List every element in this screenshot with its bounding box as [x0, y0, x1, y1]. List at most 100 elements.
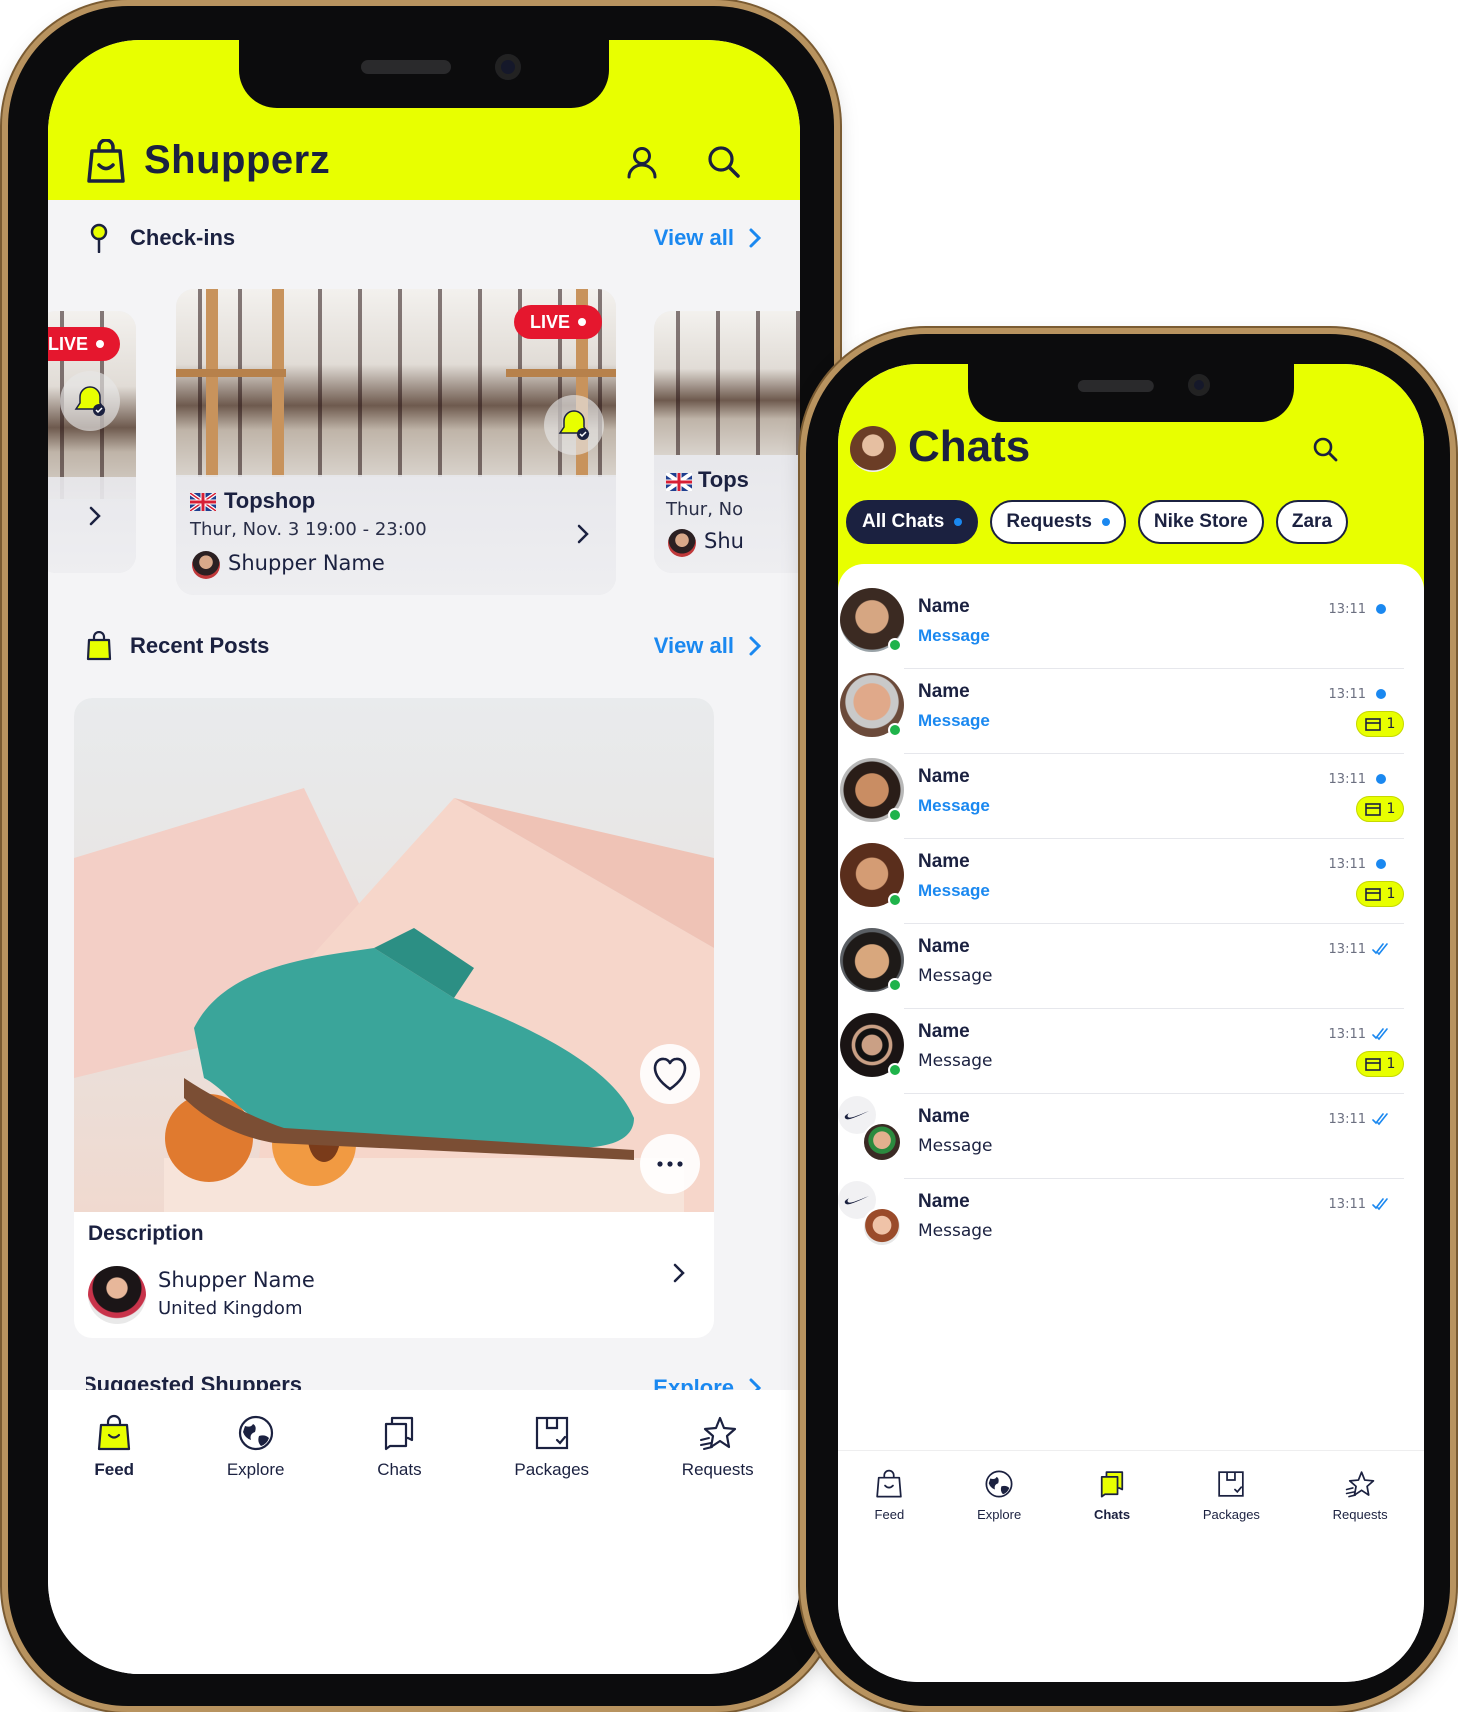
- app-name: Shupperz: [144, 138, 331, 182]
- recent-posts-title: Recent Posts: [130, 633, 270, 658]
- chat-message: Message: [918, 711, 990, 730]
- tab-requests[interactable]: Requests: [1333, 1469, 1388, 1682]
- chat-time: 13:11: [1328, 857, 1366, 872]
- tab-feed[interactable]: Feed: [874, 1469, 904, 1682]
- chip-nike-store[interactable]: Nike Store: [1137, 500, 1264, 544]
- chat-message: Message: [918, 626, 990, 645]
- chat-name: Name: [918, 851, 970, 872]
- store-photo: [654, 311, 800, 455]
- like-button[interactable]: [640, 1044, 700, 1104]
- chip-all-chats[interactable]: All Chats: [846, 500, 979, 544]
- notch: [968, 364, 1294, 422]
- uk-flag-icon: [190, 493, 216, 511]
- chat-row[interactable]: Name Message 13:11 1: [838, 1009, 1424, 1094]
- live-badge: LIVE: [513, 305, 602, 339]
- tab-packages[interactable]: Packages: [514, 1414, 589, 1674]
- package-icon: [535, 1416, 568, 1450]
- chat-row[interactable]: Name Message 13:11 1: [838, 839, 1424, 924]
- tab-label: Explore: [226, 1460, 285, 1479]
- chat-time: 13:11: [1328, 1197, 1366, 1212]
- chat-message: Message: [918, 881, 990, 900]
- read-double-check-icon: [1372, 943, 1388, 956]
- chat-message: Message: [918, 966, 993, 986]
- chip-label: Requests: [1006, 511, 1092, 532]
- chat-name: Name: [918, 1191, 970, 1212]
- search-icon[interactable]: [706, 144, 742, 180]
- package-icon: [1364, 802, 1381, 816]
- chat-name: Name: [918, 936, 970, 957]
- checkin-card[interactable]: LIVE Topshop Thur, Nov. 3 19:00 - 23:00 …: [176, 289, 616, 595]
- star-request-icon: [1345, 1471, 1375, 1498]
- online-indicator: [888, 1063, 902, 1077]
- tab-label: Chats: [377, 1460, 422, 1479]
- online-indicator: [888, 893, 902, 907]
- chat-name: Name: [918, 1021, 970, 1042]
- package-count-badge: 1: [1356, 1051, 1404, 1077]
- package-count-badge: 1: [1356, 711, 1404, 737]
- chat-bubbles-icon: [1100, 1471, 1124, 1498]
- chats-phone: Chats All Chats Requests Nike Store Zara: [806, 334, 1450, 1706]
- checkin-store-name: Tops: [698, 467, 749, 492]
- chat-message: Message: [918, 796, 990, 815]
- view-all-label: View all: [653, 633, 734, 658]
- badge-count: 1: [1386, 716, 1396, 732]
- tab-packages[interactable]: Packages: [1203, 1469, 1260, 1682]
- checkin-user-name: Shupper Name: [228, 551, 385, 575]
- tab-explore[interactable]: Explore: [977, 1469, 1021, 1682]
- page-title: Chats: [908, 422, 1031, 471]
- checkins-header: Check-ins View all: [86, 220, 762, 256]
- recent-posts-view-all-link[interactable]: View all: [654, 633, 762, 659]
- avatar: [862, 1122, 902, 1162]
- avatar[interactable]: [850, 426, 896, 472]
- chat-name: Name: [918, 1106, 970, 1127]
- bottom-tab-bar: Feed Explore Chats Packages Requests: [838, 1450, 1424, 1682]
- post-user-name: Shupper Name: [158, 1268, 315, 1292]
- chat-row[interactable]: Name Message 13:11: [838, 1094, 1424, 1179]
- tab-chats[interactable]: Chats: [377, 1414, 422, 1674]
- chevron-right-icon: [673, 1263, 685, 1283]
- more-options-button[interactable]: [640, 1134, 700, 1194]
- app-brand[interactable]: Shupperz: [86, 138, 330, 183]
- chat-time: 13:11: [1328, 1027, 1366, 1042]
- chat-name: Name: [918, 766, 970, 787]
- tab-feed[interactable]: Feed: [94, 1414, 134, 1674]
- chat-row[interactable]: Name Message 13:11 1: [838, 669, 1424, 754]
- chat-row[interactable]: Name Message 13:11 1: [838, 754, 1424, 839]
- search-icon[interactable]: [1312, 436, 1338, 462]
- package-icon: [1364, 1057, 1381, 1071]
- checkin-card-partial-right[interactable]: Tops Thur, No Shu: [654, 311, 800, 573]
- bottom-tab-bar: Feed Explore Chats Packages Requests: [48, 1390, 800, 1674]
- chevron-right-icon: [749, 636, 762, 656]
- profile-icon[interactable]: [624, 144, 660, 180]
- checkin-store-name: Topshop: [224, 488, 316, 513]
- shopping-bag-icon: [876, 1469, 903, 1498]
- chat-row[interactable]: Name Message 13:11: [838, 924, 1424, 1009]
- post-card[interactable]: Description Shupper Name United Kingdom: [74, 698, 714, 1338]
- tab-requests[interactable]: Requests: [682, 1414, 754, 1674]
- chat-row[interactable]: Name Message 13:11: [838, 1179, 1424, 1264]
- chip-zara[interactable]: Zara: [1275, 500, 1349, 544]
- checkins-view-all-link[interactable]: View all: [654, 225, 762, 251]
- online-indicator: [888, 638, 902, 652]
- chat-row[interactable]: Name Message 13:11: [838, 584, 1424, 669]
- chat-message: Message: [918, 1136, 993, 1156]
- tab-label: Packages: [1202, 1507, 1260, 1522]
- chat-time: 13:11: [1328, 772, 1366, 787]
- tab-chats[interactable]: Chats: [1094, 1469, 1130, 1682]
- chip-requests[interactable]: Requests: [990, 500, 1126, 544]
- checkin-time: Thur, Nov. 3 19:00 - 23:00: [190, 519, 427, 540]
- swoosh-logo-icon: [844, 1196, 869, 1205]
- badge-count: 1: [1386, 801, 1396, 817]
- heart-icon: [653, 1057, 687, 1091]
- shopping-bag-icon: [98, 1414, 131, 1451]
- feed-screen: Shupperz Check-ins View all LIVE LIVE To…: [48, 40, 800, 1674]
- chats-screen: Chats All Chats Requests Nike Store Zara: [838, 364, 1424, 1682]
- chat-time: 13:11: [1328, 1112, 1366, 1127]
- tab-explore[interactable]: Explore: [226, 1414, 285, 1674]
- avatar: [192, 551, 220, 579]
- checkin-card-partial-left[interactable]: LIVE: [48, 311, 136, 573]
- unread-dot: [1376, 689, 1386, 699]
- star-request-icon: [699, 1416, 736, 1450]
- chip-label: All Chats: [862, 511, 945, 532]
- online-indicator: [888, 808, 902, 822]
